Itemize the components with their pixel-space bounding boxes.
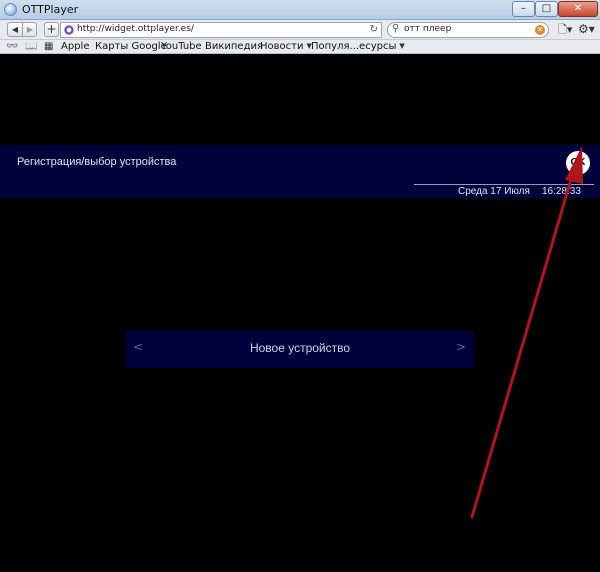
page-menu-icon[interactable]: 🗋▾ xyxy=(558,22,578,37)
search-icon: ⚲ xyxy=(392,23,400,34)
bookmark-wikipedia[interactable]: Википедия xyxy=(205,40,263,53)
close-button[interactable]: ✕ xyxy=(558,1,598,17)
maximize-button[interactable]: □ xyxy=(535,1,558,17)
bookmark-news-label: Новости xyxy=(260,41,304,52)
minimize-button[interactable]: – xyxy=(512,1,535,17)
app-icon xyxy=(4,3,17,16)
chevron-down-icon: ▼ xyxy=(399,42,405,50)
bookmark-news[interactable]: Новости ▼ xyxy=(260,40,312,53)
device-name: Новое устройство xyxy=(249,341,351,355)
bookmark-popular-label: Популя...есурсы xyxy=(311,41,397,52)
ok-button[interactable]: OK xyxy=(566,151,590,175)
reload-icon[interactable]: ↻ xyxy=(370,24,378,35)
browser-toolbar: ◀ ▶ + http://widget.ottplayer.es/ ↻ ⚲ от… xyxy=(0,20,600,40)
search-input[interactable]: ⚲ отт плеер ✕ xyxy=(387,22,549,38)
device-selector[interactable]: < Новое устройство > xyxy=(126,331,474,368)
bookmarks-book-icon[interactable]: 📖 xyxy=(25,40,37,53)
clear-search-icon[interactable]: ✕ xyxy=(535,25,545,35)
window-titlebar: OTTPlayer – □ ✕ xyxy=(0,0,600,20)
search-query[interactable]: отт плеер xyxy=(404,24,451,34)
site-favicon-icon xyxy=(64,25,74,35)
bookmark-popular[interactable]: Популя...есурсы ▼ xyxy=(311,40,405,53)
reading-list-icon[interactable]: 👓 xyxy=(6,40,18,53)
top-sites-grid-icon[interactable]: ▦ xyxy=(44,40,53,53)
address-bar[interactable]: http://widget.ottplayer.es/ ↻ xyxy=(60,22,382,38)
header-divider xyxy=(414,184,594,185)
bookmark-youtube[interactable]: YouTube xyxy=(161,40,202,53)
settings-gear-icon[interactable]: ⚙▾ xyxy=(578,22,598,37)
bookmarks-bar: 👓 📖 ▦ Apple Карты Google YouTube Википед… xyxy=(0,40,600,54)
current-date: Среда 17 Июля xyxy=(458,186,530,197)
bookmark-google-maps[interactable]: Карты Google xyxy=(95,40,167,53)
arrow-right-icon[interactable]: > xyxy=(456,340,466,354)
forward-button[interactable]: ▶ xyxy=(23,23,37,36)
page-title: Регистрация/выбор устройства xyxy=(17,156,177,168)
back-button[interactable]: ◀ xyxy=(8,23,23,36)
current-time: 16:28:33 xyxy=(542,186,581,197)
window-title: OTTPlayer xyxy=(22,3,79,16)
add-bookmark-button[interactable]: + xyxy=(44,22,59,37)
address-bar-url[interactable]: http://widget.ottplayer.es/ xyxy=(77,24,194,34)
bookmark-apple[interactable]: Apple xyxy=(61,40,89,53)
nav-buttons: ◀ ▶ xyxy=(7,22,37,37)
page-content: Регистрация/выбор устройства Среда 17 Ию… xyxy=(0,54,600,572)
